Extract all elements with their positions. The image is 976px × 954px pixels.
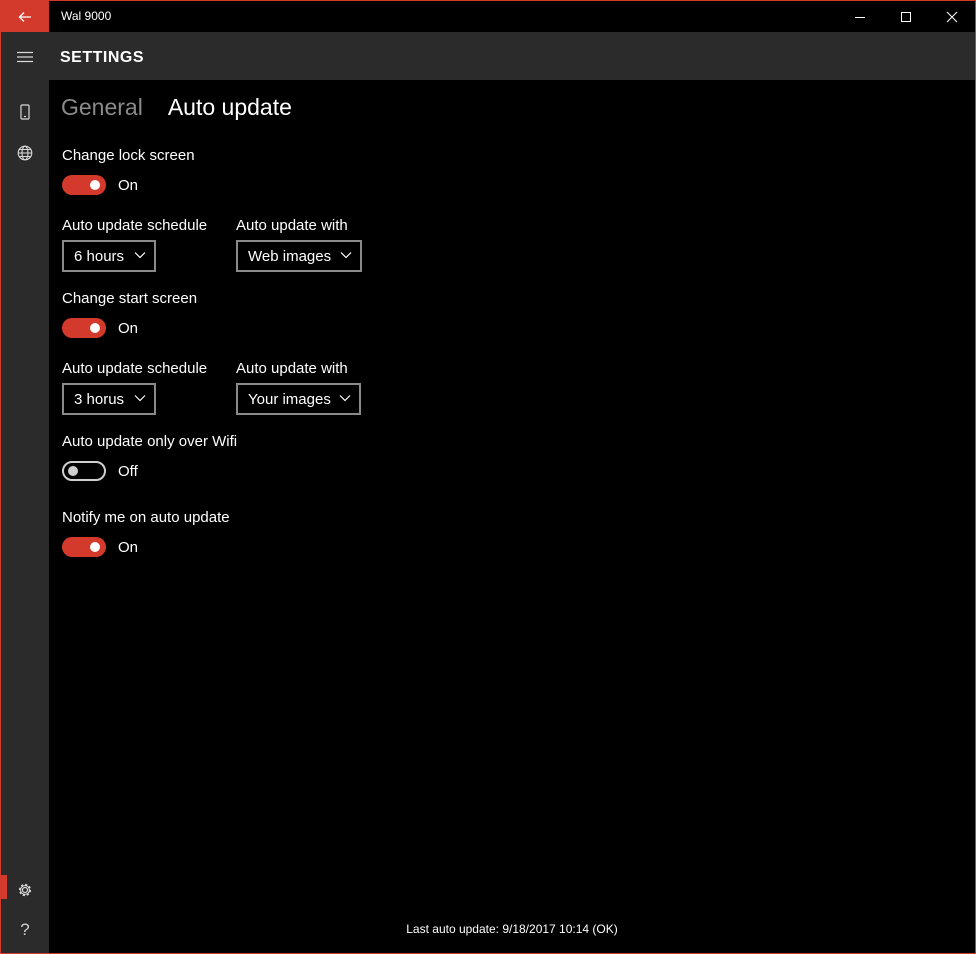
notify-toggle-state: On bbox=[118, 539, 139, 556]
wifi-only-toggle[interactable] bbox=[62, 461, 106, 481]
back-button[interactable] bbox=[1, 1, 49, 32]
app-window: Wal 9000 ? SETTINGS General Auto update … bbox=[0, 0, 976, 954]
sidebar-item-device[interactable] bbox=[1, 92, 49, 132]
settings-content: General Auto update Change lock screen O… bbox=[49, 80, 975, 953]
tab-auto-update[interactable]: Auto update bbox=[168, 94, 292, 121]
start-screen-toggle-state: On bbox=[118, 320, 139, 337]
lock-schedule-dropdown[interactable]: 6 hours bbox=[62, 240, 156, 272]
toggle-knob bbox=[68, 466, 78, 476]
start-screen-label: Change start screen bbox=[62, 290, 198, 307]
toggle-knob bbox=[90, 180, 100, 190]
tab-bar: General Auto update bbox=[61, 94, 317, 121]
start-source-label: Auto update with bbox=[236, 360, 348, 377]
toggle-knob bbox=[90, 323, 100, 333]
last-update-status: Last auto update: 9/18/2017 10:14 (OK) bbox=[406, 922, 618, 936]
chevron-down-icon bbox=[134, 252, 146, 259]
start-screen-toggle[interactable] bbox=[62, 318, 106, 338]
sidebar-item-web[interactable] bbox=[1, 133, 49, 173]
chevron-down-icon bbox=[340, 252, 352, 259]
tab-general[interactable]: General bbox=[61, 94, 143, 121]
gear-icon bbox=[18, 883, 32, 897]
globe-icon bbox=[17, 145, 33, 161]
hamburger-menu-button[interactable] bbox=[1, 37, 49, 77]
close-button[interactable] bbox=[929, 1, 975, 32]
chevron-down-icon bbox=[134, 395, 146, 402]
close-icon bbox=[946, 11, 958, 22]
wifi-only-label: Auto update only over Wifi bbox=[62, 433, 238, 450]
notify-label: Notify me on auto update bbox=[62, 509, 230, 526]
start-schedule-dropdown[interactable]: 3 horus bbox=[62, 383, 156, 415]
start-schedule-value: 3 horus bbox=[74, 390, 125, 408]
question-mark-icon: ? bbox=[20, 920, 30, 939]
lock-source-dropdown[interactable]: Web images bbox=[236, 240, 362, 272]
notify-toggle[interactable] bbox=[62, 537, 106, 557]
page-header: SETTINGS bbox=[49, 32, 975, 80]
app-title: Wal 9000 bbox=[61, 9, 112, 23]
lock-schedule-label: Auto update schedule bbox=[62, 217, 208, 234]
maximize-icon bbox=[901, 11, 911, 22]
sidebar-item-settings[interactable] bbox=[1, 870, 49, 910]
back-arrow-icon bbox=[18, 11, 31, 22]
wifi-only-toggle-state: Off bbox=[118, 463, 138, 480]
title-bar: Wal 9000 bbox=[1, 1, 975, 32]
lock-schedule-value: 6 hours bbox=[74, 247, 125, 265]
lock-screen-label: Change lock screen bbox=[62, 147, 195, 164]
lock-source-label: Auto update with bbox=[236, 217, 348, 234]
minimize-button[interactable] bbox=[837, 1, 883, 32]
nav-sidebar: ? bbox=[1, 32, 49, 953]
chevron-down-icon bbox=[339, 395, 351, 402]
sidebar-item-help[interactable]: ? bbox=[1, 910, 49, 950]
lock-screen-toggle-state: On bbox=[118, 177, 139, 194]
start-source-dropdown[interactable]: Your images bbox=[236, 383, 361, 415]
start-schedule-label: Auto update schedule bbox=[62, 360, 208, 377]
phone-device-icon bbox=[20, 104, 30, 120]
minimize-icon bbox=[855, 16, 865, 18]
hamburger-menu-icon bbox=[17, 51, 33, 63]
toggle-knob bbox=[90, 542, 100, 552]
lock-screen-toggle[interactable] bbox=[62, 175, 106, 195]
start-source-value: Your images bbox=[248, 390, 331, 408]
lock-source-value: Web images bbox=[248, 247, 332, 265]
maximize-button[interactable] bbox=[883, 1, 929, 32]
page-title: SETTINGS bbox=[60, 49, 145, 66]
